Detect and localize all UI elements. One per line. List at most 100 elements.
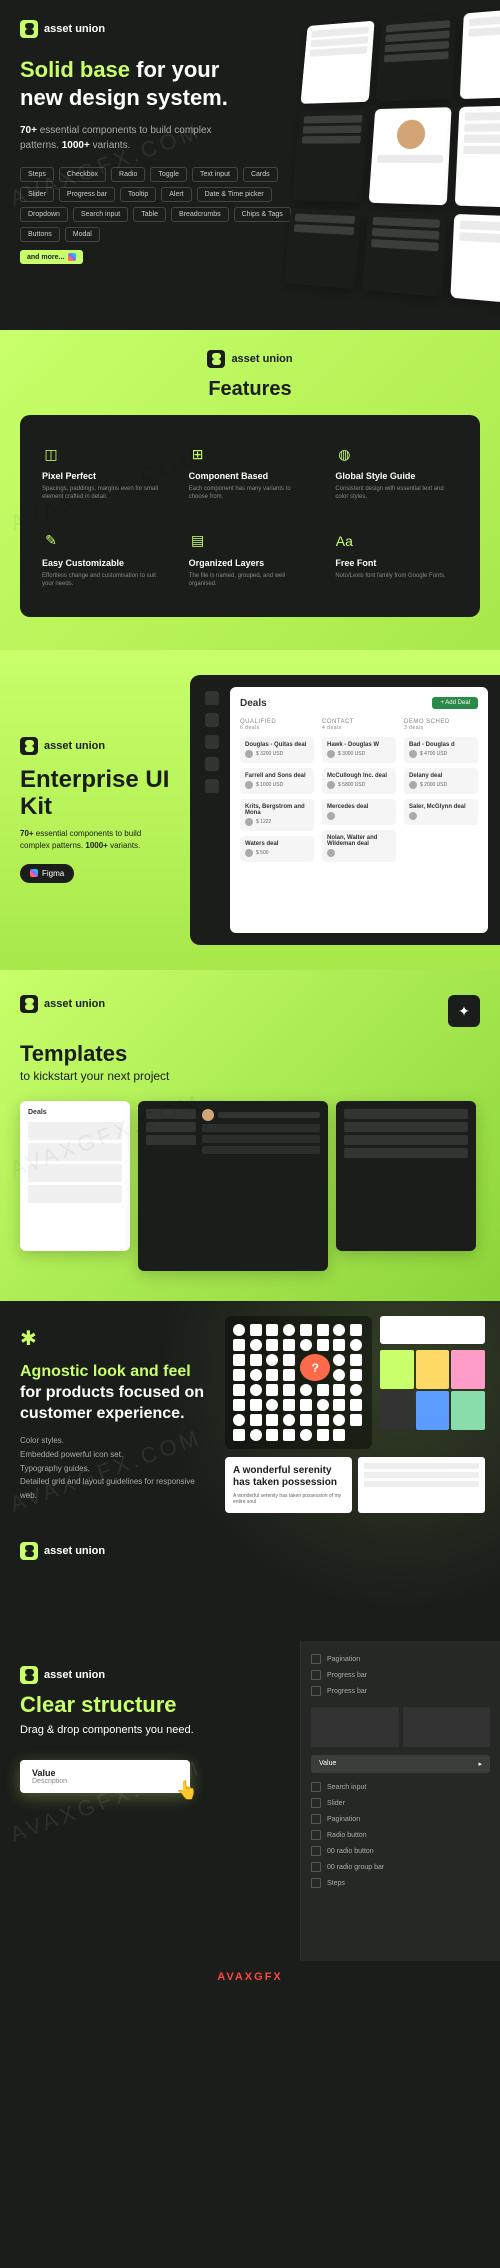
feature-name: Component Based	[189, 471, 312, 481]
asterisk-icon: ✱	[20, 1326, 44, 1350]
showcase-icon	[233, 1414, 245, 1426]
figma-button[interactable]: Figma	[20, 864, 74, 883]
logo-mark	[20, 1666, 38, 1684]
hero-mockup-cards	[284, 7, 500, 305]
feature-icon: ◍	[335, 445, 353, 463]
logo-text: asset union	[231, 353, 292, 365]
showcase-icon	[333, 1339, 345, 1351]
feature-name: Free Font	[335, 558, 458, 568]
deal-card[interactable]: Delany deal$ 2000 USD	[404, 768, 478, 794]
enterprise-subtitle: 70+ essential components to build comple…	[20, 828, 170, 852]
value-input[interactable]: Value▸	[311, 1755, 490, 1773]
feature-desc: Spacings, paddings, margins even for sma…	[42, 485, 165, 502]
drag-component[interactable]: Value Description 👆	[20, 1760, 190, 1793]
layer-item[interactable]: Progress bar	[311, 1667, 490, 1683]
agnostic-bullets: Color styles.Embedded powerful icon set.…	[20, 1434, 210, 1502]
and-more-badge: and more...	[20, 250, 83, 264]
templates-app-icon: ✦	[448, 995, 480, 1027]
enterprise-preview: Deals + Add Deal QUALIFIED6 dealsDouglas…	[190, 675, 500, 945]
showcase-icon	[283, 1339, 295, 1351]
figma-icon	[68, 253, 76, 261]
showcase-icon	[317, 1429, 329, 1441]
deal-card[interactable]: Krits, Bergstrom and Mona$ 1222	[240, 799, 314, 831]
deal-card[interactable]: Mercedes deal	[322, 799, 396, 825]
deals-column: QUALIFIED6 deals Douglas - Quitas deal$ 3…	[240, 719, 314, 867]
logo: asset union	[20, 737, 170, 755]
feature-card: ⊞Component BasedEach component has many …	[181, 433, 320, 512]
logo-text: asset union	[44, 1545, 105, 1557]
add-deal-button[interactable]: + Add Deal	[432, 697, 478, 709]
color-swatch	[416, 1350, 450, 1389]
showcase-icon	[350, 1399, 362, 1411]
logo-text: asset union	[44, 23, 105, 35]
component-tag: Buttons	[20, 227, 60, 242]
layer-item[interactable]: Pagination	[311, 1651, 490, 1667]
logo-mark	[20, 1542, 38, 1560]
showcase-icon	[283, 1414, 295, 1426]
template-previews: Deals	[20, 1101, 480, 1271]
agnostic-showcase: ? A wonderful serenity has taken possess…	[225, 1316, 485, 1513]
showcase-icon	[250, 1414, 262, 1426]
feature-card: ◍Global Style GuideConsistent design wit…	[327, 433, 466, 512]
showcase-icon	[266, 1429, 278, 1441]
showcase-icon	[250, 1399, 262, 1411]
showcase-icon	[283, 1429, 295, 1441]
column-head: QUALIFIED6 deals	[240, 719, 314, 731]
deal-card[interactable]: Waters deal$ 500	[240, 836, 314, 862]
component-tag: Toggle	[150, 167, 187, 182]
showcase-icon	[233, 1369, 245, 1381]
deal-card[interactable]: Farrell and Sons deal$ 1000 USD	[240, 768, 314, 794]
component-tag: Breadcrumbs	[171, 207, 229, 222]
showcase-icon	[266, 1354, 278, 1366]
showcase-icon	[266, 1369, 278, 1381]
showcase-icon	[283, 1354, 295, 1366]
layer-item[interactable]: Slider	[311, 1795, 490, 1811]
showcase-icon	[266, 1384, 278, 1396]
deal-card[interactable]: McCullough Inc. deal$ 5800 USD	[322, 768, 396, 794]
showcase-icon	[250, 1384, 262, 1396]
feature-icon: Aa	[335, 532, 353, 550]
icon-showcase: ?	[225, 1316, 372, 1449]
bottom-brand: AVAXGFX	[0, 1961, 500, 1993]
showcase-icon	[317, 1384, 329, 1396]
logo-mark	[20, 20, 38, 38]
showcase-icon	[250, 1354, 262, 1366]
feature-icon: ▤	[189, 532, 207, 550]
component-tag: Steps	[20, 167, 54, 182]
showcase-icon	[300, 1339, 312, 1351]
feature-icon: ◫	[42, 445, 60, 463]
logo-mark	[207, 350, 225, 368]
component-tag: Text input	[192, 167, 238, 182]
templates-section: AVAXGFX.COM asset union ✦ Templates to k…	[0, 970, 500, 1301]
deal-card[interactable]: Hawk - Douglas W$ 3000 USD	[322, 737, 396, 763]
feature-card: ◫Pixel PerfectSpacings, paddings, margin…	[34, 433, 173, 512]
layer-item[interactable]: Steps	[311, 1875, 490, 1891]
showcase-icon	[333, 1414, 345, 1426]
layer-item[interactable]: Pagination	[311, 1811, 490, 1827]
component-tag: Radio	[111, 167, 145, 182]
component-tag: Tooltip	[120, 187, 156, 202]
deal-card[interactable]: Nolan, Walter and Wildeman deal	[322, 830, 396, 862]
showcase-icon	[233, 1324, 245, 1336]
deal-card[interactable]: Saler, McGlynn deal	[404, 799, 478, 825]
layer-item[interactable]: Progress bar	[311, 1683, 490, 1699]
component-tag: Slider	[20, 187, 54, 202]
layer-item[interactable]: 00 radio button	[311, 1843, 490, 1859]
showcase-icon	[350, 1324, 362, 1336]
feature-desc: Consistent design with essential text an…	[335, 485, 458, 502]
layer-item[interactable]: Radio button	[311, 1827, 490, 1843]
showcase-icon	[350, 1354, 362, 1366]
deal-card[interactable]: Bad - Douglas d$ 4700 USD	[404, 737, 478, 763]
deal-card[interactable]: Douglas - Quitas deal$ 3200 USD	[240, 737, 314, 763]
layer-item[interactable]: Search input	[311, 1779, 490, 1795]
logo: asset union	[20, 1666, 220, 1684]
showcase-icon	[266, 1339, 278, 1351]
feature-card: AaFree FontNoto/Lexis font family from G…	[327, 520, 466, 599]
logo: asset union	[20, 1542, 210, 1560]
showcase-icon	[283, 1399, 295, 1411]
logo-text: asset union	[44, 998, 105, 1010]
layer-item[interactable]: 00 radio group bar	[311, 1859, 490, 1875]
hero-title: Solid base for your new design system.	[20, 56, 260, 111]
features-grid: ◫Pixel PerfectSpacings, paddings, margin…	[20, 415, 480, 617]
enterprise-title: Enterprise UI Kit	[20, 767, 170, 820]
